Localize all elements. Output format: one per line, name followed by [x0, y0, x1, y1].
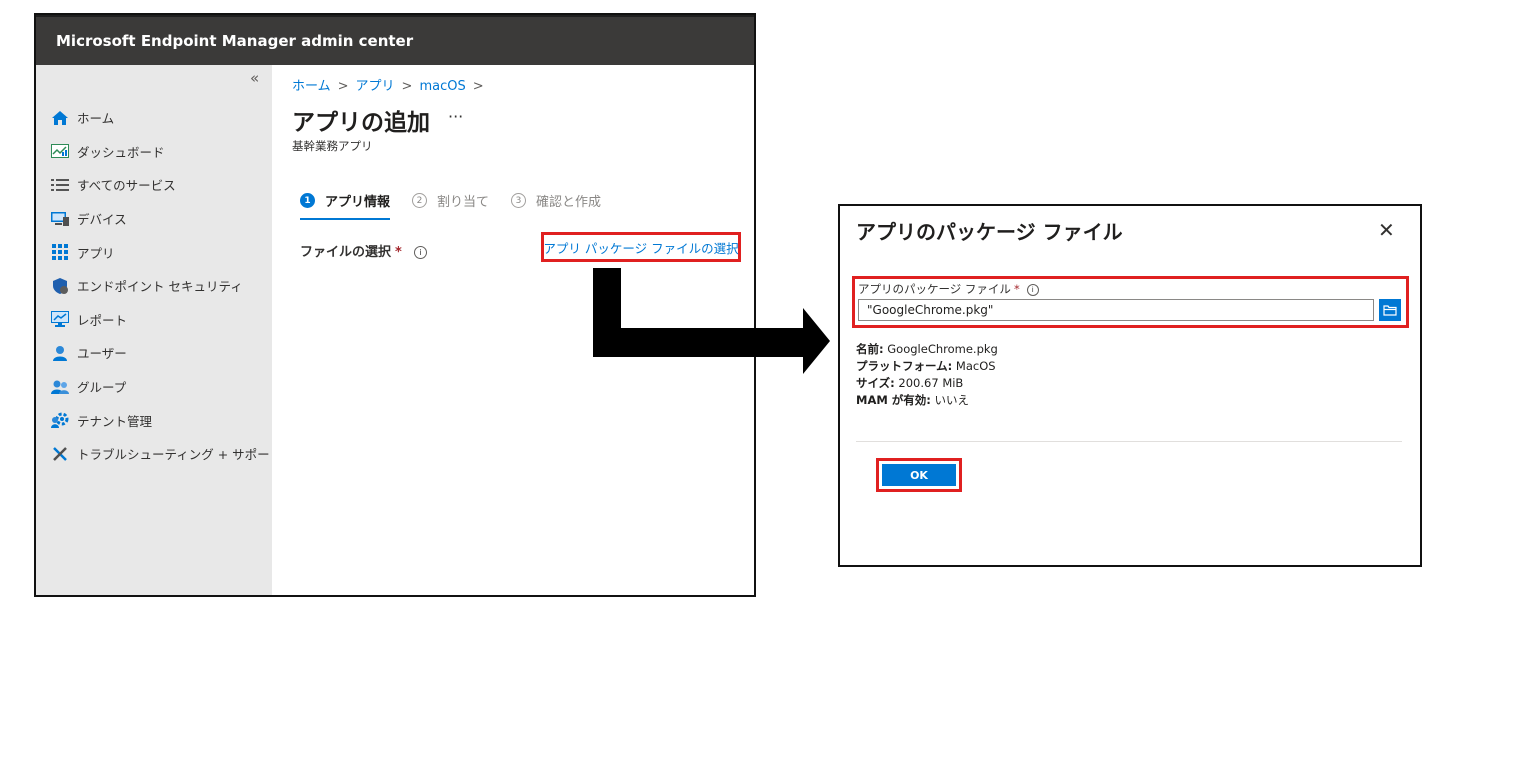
sidebar-item-label: デバイス [77, 212, 127, 228]
sidebar-item-label: アプリ [77, 245, 115, 261]
sidebar-item-all-services[interactable]: すべてのサービス [50, 168, 282, 202]
breadcrumb-apps[interactable]: アプリ [356, 79, 395, 94]
package-file-dialog: アプリのパッケージ ファイル ✕ アプリのパッケージ ファイル*i 名前: Go… [838, 204, 1422, 567]
meta-size-label: サイズ: [856, 376, 895, 390]
sidebar-item-label: トラブルシューティング + サポート [77, 447, 283, 463]
breadcrumb: ホーム > アプリ > macOS > [292, 75, 491, 94]
more-options-icon[interactable]: ··· [448, 107, 463, 126]
dialog-divider [856, 441, 1402, 442]
file-select-label: ファイルの選択 * i [300, 241, 427, 260]
meta-size-row: サイズ: 200.67 MiB [856, 375, 998, 392]
page-subtitle: 基幹業務アプリ [292, 139, 373, 153]
sidebar-item-users[interactable]: ユーザー [50, 336, 282, 370]
breadcrumb-separator: > [472, 79, 484, 94]
sidebar-item-troubleshooting[interactable]: トラブルシューティング + サポート [50, 437, 282, 471]
info-icon[interactable]: i [1026, 283, 1039, 296]
wizard-steps: 1 アプリ情報 2 割り当て 3 確認と作成 [300, 191, 623, 220]
sidebar-item-dashboard[interactable]: ダッシュボード [50, 135, 282, 169]
report-icon [50, 310, 70, 328]
tab-assignments[interactable]: 2 割り当て [412, 191, 489, 210]
sidebar-item-groups[interactable]: グループ [50, 370, 282, 404]
collapse-sidebar-icon[interactable]: « [250, 69, 259, 87]
file-select-label-text: ファイルの選択 [300, 245, 392, 260]
sidebar-item-tenant-admin[interactable]: テナント管理 [50, 403, 282, 437]
select-link-highlight: アプリ パッケージ ファイルの選択 [541, 232, 741, 262]
sidebar-item-apps[interactable]: アプリ [50, 235, 282, 269]
required-mark: * [395, 245, 402, 260]
sidebar-item-home[interactable]: ホーム [50, 101, 282, 135]
meta-size-value: 200.67 MiB [898, 376, 964, 390]
breadcrumb-separator: > [337, 79, 349, 94]
sidebar: « ホーム ダッシュボード すべてのサービス デバイス アプリ エンドポイント … [36, 65, 282, 595]
page-title: アプリの追加 [292, 110, 430, 136]
breadcrumb-macos[interactable]: macOS [419, 79, 465, 94]
meta-name-value: GoogleChrome.pkg [887, 342, 998, 356]
package-field-highlight: アプリのパッケージ ファイル * i [852, 276, 1409, 328]
dashboard-icon [50, 142, 70, 160]
close-icon[interactable]: ✕ [1378, 218, 1395, 242]
browse-folder-button[interactable] [1379, 299, 1401, 321]
breadcrumb-separator: > [401, 79, 413, 94]
tenant-gear-icon [50, 411, 70, 429]
select-app-package-link[interactable]: アプリ パッケージ ファイルの選択 [543, 238, 738, 257]
sidebar-item-label: ダッシュボード [77, 144, 165, 160]
list-icon [50, 176, 70, 194]
package-field-label-text: アプリのパッケージ ファイル [858, 282, 1011, 296]
sidebar-item-label: ホーム [77, 111, 115, 127]
step-label: 割り当て [437, 195, 490, 210]
apps-grid-icon [50, 243, 70, 261]
required-mark: * [1013, 282, 1020, 296]
step-label: 確認と作成 [536, 195, 602, 210]
sidebar-item-reports[interactable]: レポート [50, 303, 282, 337]
meta-name-row: 名前: GoogleChrome.pkg [856, 341, 998, 358]
package-field-label: アプリのパッケージ ファイル * i [858, 281, 1039, 297]
package-metadata: 名前: GoogleChrome.pkg プラットフォーム: MacOS サイズ… [856, 341, 998, 409]
meta-platform-value: MacOS [955, 359, 996, 373]
sidebar-item-label: グループ [77, 380, 127, 396]
info-icon[interactable]: i [413, 246, 427, 259]
meta-mam-row: MAM が有効: いいえ [856, 392, 998, 409]
sidebar-item-label: レポート [77, 312, 128, 328]
user-icon [50, 344, 70, 362]
dialog-title: アプリのパッケージ ファイル [856, 220, 1123, 244]
ok-button[interactable]: OK [882, 464, 956, 486]
step-number: 2 [412, 193, 428, 208]
package-file-input[interactable] [858, 299, 1374, 321]
tab-app-info[interactable]: 1 アプリ情報 [300, 191, 391, 220]
sidebar-item-label: テナント管理 [77, 413, 153, 429]
portal-header: Microsoft Endpoint Manager admin center [36, 15, 754, 65]
meta-name-label: 名前: [856, 342, 884, 356]
sidebar-nav: ホーム ダッシュボード すべてのサービス デバイス アプリ エンドポイント セキ… [50, 101, 282, 471]
device-icon [50, 210, 70, 228]
step-number: 1 [300, 193, 315, 208]
sidebar-item-label: ユーザー [77, 346, 127, 362]
folder-icon [1383, 305, 1397, 316]
meta-mam-value: いいえ [934, 393, 970, 407]
sidebar-item-endpoint-security[interactable]: エンドポイント セキュリティ [50, 269, 282, 303]
tools-icon [50, 445, 70, 463]
step-label: アプリ情報 [325, 195, 391, 210]
meta-platform-row: プラットフォーム: MacOS [856, 358, 998, 375]
sidebar-item-label: エンドポイント セキュリティ [77, 279, 243, 295]
ok-button-highlight: OK [876, 458, 962, 492]
shield-icon [50, 277, 70, 295]
meta-mam-label: MAM が有効: [856, 393, 931, 407]
meta-platform-label: プラットフォーム: [856, 359, 953, 373]
breadcrumb-home[interactable]: ホーム [292, 79, 331, 94]
step-number: 3 [511, 193, 527, 208]
tab-review-create[interactable]: 3 確認と作成 [511, 191, 601, 210]
app-title: Microsoft Endpoint Manager admin center [56, 32, 414, 50]
sidebar-item-devices[interactable]: デバイス [50, 202, 282, 236]
sidebar-item-label: すべてのサービス [77, 178, 176, 194]
home-icon [50, 109, 70, 127]
group-icon [50, 378, 70, 396]
flow-arrow-icon [593, 268, 830, 374]
